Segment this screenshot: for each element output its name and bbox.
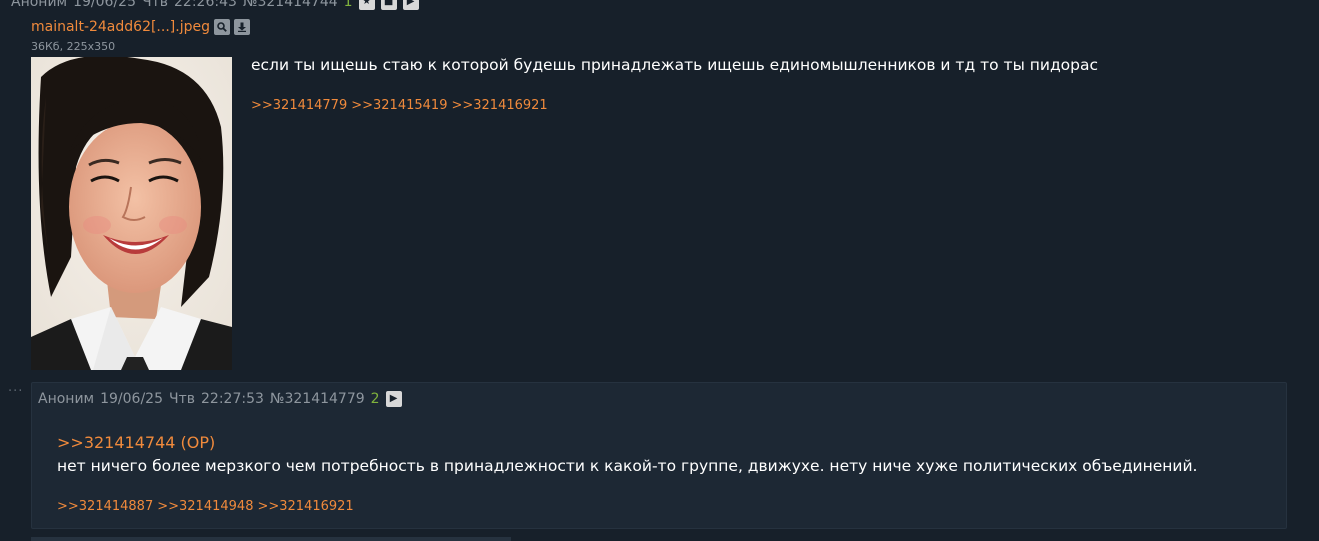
reply-author: Аноним bbox=[38, 391, 95, 407]
reply-link[interactable]: >>321414948 bbox=[157, 499, 253, 514]
reply-message: нет ничего более мерзкого чем потребност… bbox=[57, 457, 1198, 475]
post-number[interactable]: №321414744 bbox=[243, 0, 338, 10]
reply-link[interactable]: >>321416921 bbox=[451, 98, 547, 113]
quote-link[interactable]: >>321414744 (OP) bbox=[57, 433, 215, 452]
post-weekday: Чтв bbox=[142, 0, 169, 10]
more-dots-icon[interactable]: ··· bbox=[8, 384, 23, 399]
reply-link[interactable]: >>321414779 bbox=[251, 98, 347, 113]
reply-replies: >>321414887 >>321414948 >>321416921 bbox=[57, 499, 354, 514]
search-icon[interactable] bbox=[213, 19, 230, 35]
reply-link[interactable]: >>321414887 bbox=[57, 499, 153, 514]
reply-link[interactable]: >>321415419 bbox=[351, 98, 447, 113]
post-reply-count[interactable]: 1 bbox=[344, 0, 353, 10]
reply-number[interactable]: №321414779 bbox=[270, 391, 365, 407]
post-image-thumbnail[interactable] bbox=[31, 57, 232, 370]
reply-post: Аноним 19/06/25 Чтв 22:27:53 №321414779 … bbox=[31, 382, 1287, 529]
reply-weekday: Чтв bbox=[169, 391, 196, 407]
reply-date: 19/06/25 bbox=[100, 391, 163, 407]
play-icon[interactable]: ▶ bbox=[402, 0, 419, 10]
post-author: Аноним bbox=[11, 0, 68, 10]
post-message: если ты ищешь стаю к которой будешь прин… bbox=[251, 56, 1099, 74]
file-info: mainalt-24add62[...].jpeg bbox=[31, 19, 250, 35]
pin-icon[interactable]: ■ bbox=[380, 0, 397, 10]
post-replies: >>321414779 >>321415419 >>321416921 bbox=[251, 98, 548, 113]
post-time: 22:26:43 bbox=[174, 0, 237, 10]
star-icon[interactable]: ★ bbox=[358, 0, 375, 10]
download-icon[interactable] bbox=[233, 19, 250, 35]
file-name-link[interactable]: mainalt-24add62[...].jpeg bbox=[31, 19, 210, 35]
reply-time: 22:27:53 bbox=[201, 391, 264, 407]
file-meta: 36Кб, 225x350 bbox=[31, 40, 116, 53]
post-date: 19/06/25 bbox=[73, 0, 136, 10]
post-header: Аноним 19/06/25 Чтв 22:26:43 №321414744 … bbox=[11, 0, 419, 12]
reply-reply-count[interactable]: 2 bbox=[371, 391, 380, 407]
next-post-edge bbox=[31, 537, 511, 541]
play-icon[interactable]: ▶ bbox=[385, 391, 402, 407]
reply-header: Аноним 19/06/25 Чтв 22:27:53 №321414779 … bbox=[38, 390, 402, 408]
reply-link[interactable]: >>321416921 bbox=[257, 499, 353, 514]
